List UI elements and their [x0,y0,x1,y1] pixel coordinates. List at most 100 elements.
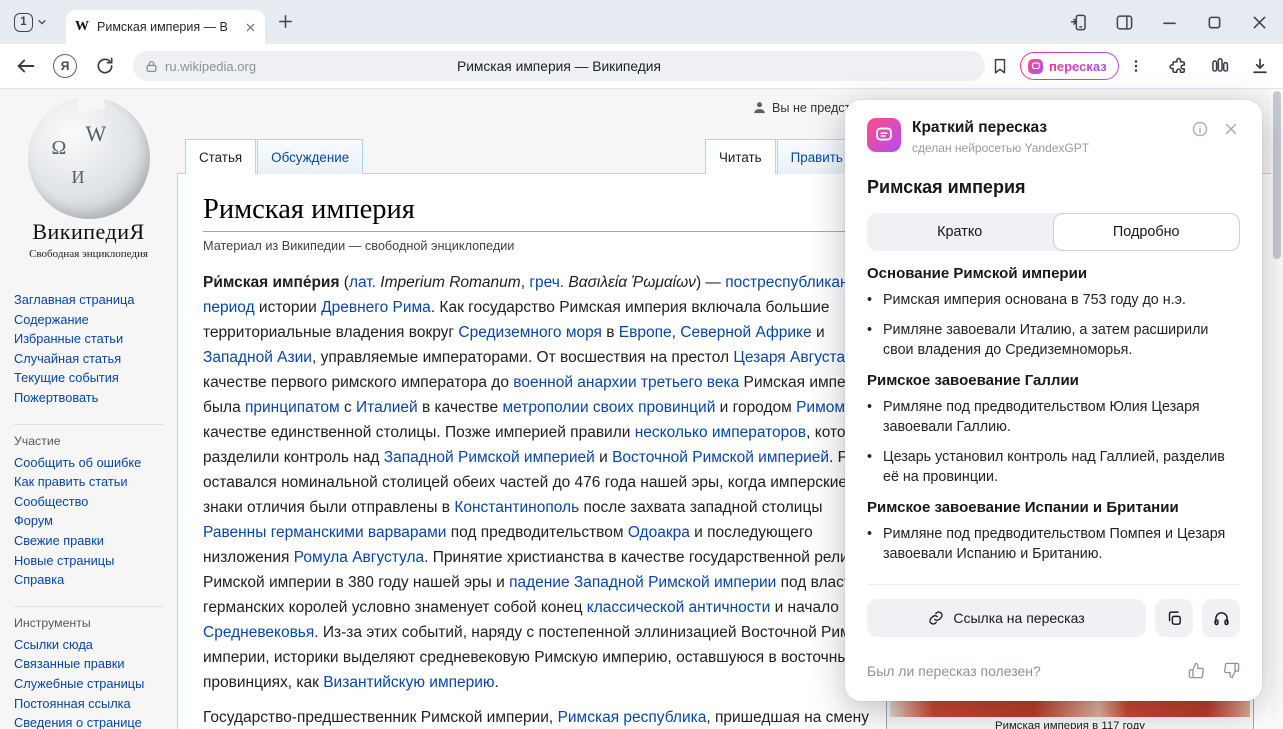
send-to-device-icon[interactable] [1070,13,1089,32]
summary-article-title: Римская империя [867,177,1240,198]
wiki-link[interactable]: Западной Римской империей [384,449,595,466]
info-icon[interactable] [1191,120,1209,138]
wiki-link[interactable]: греч. [529,274,564,291]
thumb-down-icon[interactable] [1223,662,1240,679]
wiki-link[interactable]: лат. [349,274,376,291]
sidebar-nav-tools: Ссылки сюдаСвязанные правкиСлужебные стр… [0,635,177,729]
address-bar[interactable]: ru.wikipedia.org Римская империя — Викип… [133,51,985,81]
article-paragraph: Ри́мская импе́рия (лат. Imperium Romanum… [203,270,885,695]
bookmark-button[interactable] [991,44,1009,88]
wiki-link[interactable]: Ромула Августула [294,549,424,566]
summary-tab[interactable]: Кратко [867,213,1053,251]
maximize-window-icon[interactable] [1205,13,1224,32]
sidebar-link[interactable]: Содержание [14,310,177,330]
sidebar-link[interactable]: Заглавная страница [14,290,177,310]
sidebar-link[interactable]: Новые страницы [14,551,177,571]
wiki-link[interactable]: классической античности [587,599,770,616]
sidebar-link[interactable]: Форум [14,511,177,531]
view-tab[interactable]: Читать [705,139,776,174]
wiki-link[interactable]: военной анархии третьего века [513,374,739,391]
wiki-link[interactable]: Цезаря Августа [733,349,845,366]
wiki-link[interactable]: Константинополь [454,499,579,516]
bullet-dot: • [867,320,883,360]
sidebar-link[interactable]: Ссылки сюда [14,635,177,655]
yandex-logo-icon: Я [53,54,77,78]
sidebar-link[interactable]: Сообщить об ошибке [14,453,177,473]
sidebar-link[interactable]: Связанные правки [14,654,177,674]
thumb-up-icon[interactable] [1188,662,1205,679]
wiki-link[interactable]: Средиземного моря [458,324,602,341]
minimize-window-icon[interactable] [1160,13,1179,32]
wiki-link[interactable]: Древнего Рима [321,299,431,316]
personal-bar[interactable]: Вы не предст [752,100,850,115]
downloads-button[interactable] [1250,44,1270,88]
wiki-link[interactable]: Равенны [203,524,266,541]
chevron-down-icon [37,17,47,27]
sidebar-link[interactable]: Справка [14,570,177,590]
sidebar-nav-participation: Сообщить об ошибкеКак править статьиСооб… [0,453,177,590]
summary-section-heading: Римское завоевание Испании и Британии [867,499,1240,516]
page-menu-button[interactable] [1128,44,1144,88]
copy-text-button[interactable] [1155,599,1193,637]
sidebar-link[interactable]: Избранные статьи [14,329,177,349]
tab-counter-button[interactable]: 1 [8,8,53,36]
text-run: Государство-предшественник Римской импер… [203,709,558,726]
wiki-link[interactable]: Италией [356,399,418,416]
browser-tab-active[interactable]: W Римская империя — В [66,10,265,44]
wiki-link[interactable]: несколько императоров [635,424,806,441]
sidebar-link[interactable]: Сведения о странице [14,713,177,729]
pereskaz-logo-icon [867,118,901,152]
sidebar-link[interactable]: Постоянная ссылка [14,694,177,714]
summary-toolbar-button[interactable]: пересказ [1020,52,1119,80]
extensions-button[interactable] [1168,44,1188,88]
wiki-link[interactable]: Византийскую империю [323,674,494,691]
wikipedia-globe-logo[interactable]: Ω W И [28,97,150,219]
wiki-link[interactable]: Европе [619,324,672,341]
plus-icon [277,13,294,30]
wiki-link[interactable]: Восточной Римской империей [612,449,829,466]
summary-mode-switcher: КраткоПодробно [867,213,1240,251]
sidebar-link[interactable]: Случайная статья [14,349,177,369]
scrollbar-thumb[interactable] [1273,91,1281,259]
text-run: и [595,449,612,466]
lock-icon [145,60,158,73]
sidebar-link[interactable]: Пожертвовать [14,388,177,408]
sidebar-link[interactable]: Свежие правки [14,531,177,551]
page-tab[interactable]: Статья [185,139,256,174]
infobox-map-image[interactable] [890,701,1250,717]
yandex-button[interactable]: Я [53,44,77,88]
summary-section-heading: Римское завоевание Галлии [867,372,1240,389]
sidebar-link[interactable]: Текущие события [14,368,177,388]
copy-icon [1166,610,1183,627]
sidebar-link[interactable]: Сообщество [14,492,177,512]
wiki-link[interactable]: германскими варварами [271,524,447,541]
summary-panel-titles: Краткий пересказ сделан нейросетью Yande… [912,118,1089,155]
sidebar-link[interactable]: Как править статьи [14,472,177,492]
back-button[interactable] [15,44,37,88]
wiki-link[interactable]: Римская республика [558,709,707,726]
wiki-link[interactable]: Одоакра [628,524,690,541]
wiki-link[interactable]: Римом [796,399,845,416]
wiki-link[interactable]: Западной Азии [203,349,312,366]
wiki-link[interactable]: Средневековья [203,624,314,641]
wiki-link[interactable]: принципатом [245,399,340,416]
sidebar-link[interactable]: Служебные страницы [14,674,177,694]
wiki-link[interactable]: падение Западной Римской империи [509,574,776,591]
wikipedia-wordmark[interactable]: ВикипедиЯ [0,219,177,245]
wiki-link[interactable]: Северной Африке [680,324,811,341]
close-icon[interactable] [1222,120,1240,138]
side-panel-icon[interactable] [1115,13,1134,32]
wiki-link[interactable]: метрополии своих провинций [502,399,715,416]
summary-tab[interactable]: Подробно [1053,213,1241,251]
pereskaz-logo-icon [1028,59,1043,74]
page-tab[interactable]: Обсуждение [257,139,363,174]
close-window-icon[interactable] [1250,13,1269,32]
reload-button[interactable] [95,44,115,88]
collections-button[interactable] [1210,44,1230,88]
summary-section-heading: Основание Римской империи [867,265,1240,282]
tab-close-icon[interactable] [245,22,256,33]
copy-summary-link-button[interactable]: Ссылка на пересказ [867,599,1146,637]
listen-button[interactable] [1202,599,1240,637]
new-tab-button[interactable] [277,13,294,30]
feedback-icons [1188,662,1240,679]
